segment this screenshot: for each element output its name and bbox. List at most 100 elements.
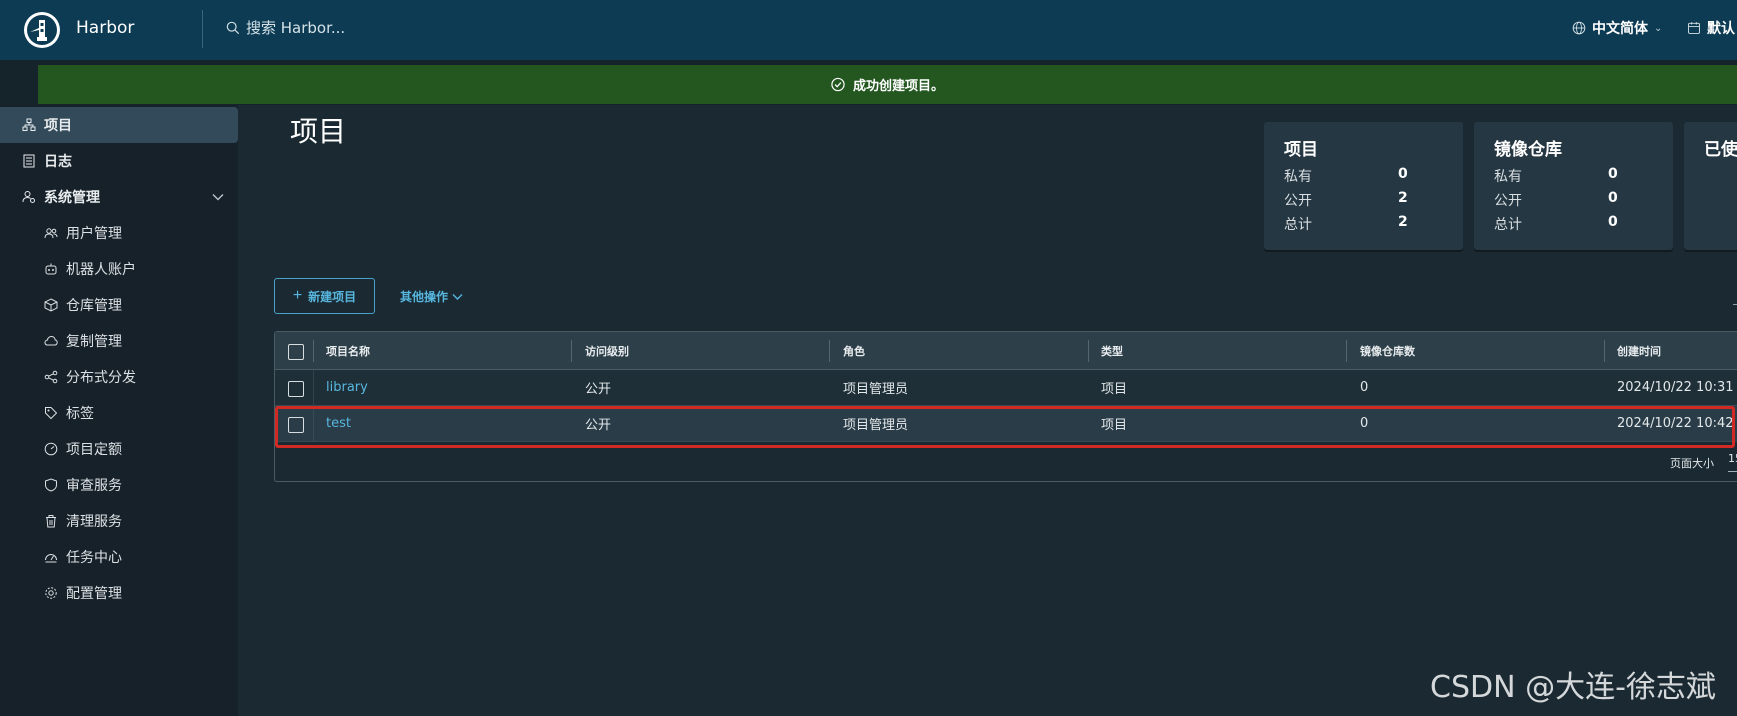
sidebar-item-label: 审查服务 [66, 478, 122, 494]
sidebar-item-system-admin[interactable]: 系统管理 [0, 179, 238, 215]
card-row-value: 0 [1608, 166, 1618, 182]
datetime-format-selector[interactable]: 默认 [1687, 18, 1735, 38]
dashboard-icon [44, 550, 58, 564]
card-row-value: 0 [1608, 190, 1618, 206]
project-icon [22, 118, 36, 132]
card-row-value: 2 [1398, 214, 1408, 230]
column-header-access-level[interactable]: 访问级别 [585, 332, 629, 369]
card-title: 项目 [1284, 140, 1318, 160]
page-size-select[interactable]: 15 [1728, 452, 1737, 472]
type-cell: 项目 [1101, 418, 1128, 433]
global-search[interactable]: 搜索 Harbor... [226, 17, 345, 38]
access-level-cell: 公开 [585, 382, 612, 397]
chevron-down-icon: ⌄ [1654, 22, 1663, 34]
card-row-value: 2 [1398, 190, 1408, 206]
card-row-value: 0 [1608, 214, 1618, 230]
select-all-checkbox[interactable] [288, 344, 304, 360]
column-separator [1088, 340, 1089, 362]
gauge-icon [44, 442, 58, 456]
column-header-type[interactable]: 类型 [1101, 332, 1123, 369]
sidebar-item-robot-accounts[interactable]: 机器人账户 [0, 251, 238, 287]
column-header-role[interactable]: 角色 [843, 332, 865, 369]
sidebar-item-label: 用户管理 [66, 226, 122, 242]
harbor-app: Harbor 搜索 Harbor... 中文简体 ⌄ 默认 成功创建项目。 项目… [0, 0, 1737, 716]
column-separator [1346, 340, 1347, 362]
column-header-repo-count[interactable]: 镜像仓库数 [1360, 332, 1415, 369]
sidebar-item-interrogation[interactable]: 审查服务 [0, 467, 238, 503]
sidebar-item-label: 标签 [66, 406, 94, 422]
sidebar-item-label: 仓库管理 [66, 298, 122, 314]
sidebar-item-label: 项目 [44, 118, 72, 134]
sidebar-item-clean-up[interactable]: 清理服务 [0, 503, 238, 539]
trash-icon [44, 514, 58, 528]
sidebar-item-label: 系统管理 [44, 190, 100, 206]
column-header-creation-time[interactable]: 创建时间 [1617, 332, 1661, 369]
shield-icon [44, 478, 58, 492]
new-project-button[interactable]: + 新建项目 [274, 278, 375, 314]
sidebar-item-distribution[interactable]: 分布式分发 [0, 359, 238, 395]
column-separator [829, 340, 830, 362]
card-row-label: 公开 [1284, 193, 1312, 209]
sidebar-item-registries[interactable]: 仓库管理 [0, 287, 238, 323]
search-input[interactable]: 搜索 Harbor... [246, 17, 345, 38]
page-size-label: 页面大小 [1670, 457, 1714, 470]
sidebar-item-labels[interactable]: 标签 [0, 395, 238, 431]
gear-icon [44, 586, 58, 600]
toolbar-divider [1733, 304, 1737, 305]
card-row-label: 公开 [1494, 193, 1522, 209]
search-icon [226, 21, 240, 35]
sidebar-item-job-service[interactable]: 任务中心 [0, 539, 238, 575]
more-actions-label: 其他操作 [400, 290, 449, 304]
table-row[interactable]: library 公开 项目管理员 项目 0 2024/10/22 10:31 [275, 370, 1737, 406]
watermark-text: CSDN @大连-徐志斌 [1430, 670, 1716, 705]
more-actions-dropdown[interactable]: 其他操作 [400, 288, 463, 305]
datagrid-header: 项目名称 访问级别 角色 类型 镜像仓库数 创建时间 [275, 332, 1737, 370]
project-name-link[interactable]: test [326, 406, 351, 441]
row-checkbox[interactable] [288, 381, 304, 397]
system-admin-icon [22, 190, 36, 204]
globe-icon [1572, 21, 1586, 35]
plus-icon: + [292, 287, 303, 304]
sidebar-item-configuration[interactable]: 配置管理 [0, 575, 238, 611]
check-circle-icon [831, 77, 845, 92]
log-icon [22, 154, 36, 168]
role-cell: 项目管理员 [843, 418, 909, 433]
language-selector[interactable]: 中文简体 ⌄ [1572, 18, 1662, 38]
sidebar-nav: 项目 日志 系统管理 用户管理 机器人账户 仓库管理 复制管理 分布式分发 标签… [0, 105, 238, 716]
repo-count-cell: 0 [1360, 416, 1369, 431]
harbor-logo-icon[interactable] [22, 10, 62, 50]
card-title: 已使 [1704, 140, 1737, 160]
sidebar-item-label: 清理服务 [66, 514, 122, 530]
column-separator [1604, 340, 1605, 362]
page-title: 项目 [290, 115, 347, 148]
app-title[interactable]: Harbor [76, 18, 134, 38]
sidebar-item-quotas[interactable]: 项目定额 [0, 431, 238, 467]
sidebar-item-projects[interactable]: 项目 [0, 107, 238, 143]
sidebar-item-replication[interactable]: 复制管理 [0, 323, 238, 359]
access-level-cell: 公开 [585, 418, 612, 433]
column-separator [571, 340, 572, 362]
tag-icon [44, 406, 58, 420]
sidebar-item-logs[interactable]: 日志 [0, 143, 238, 179]
repo-count-cell: 0 [1360, 380, 1369, 395]
sidebar-item-label: 项目定额 [66, 442, 122, 458]
chevron-down-icon [452, 290, 463, 304]
project-name-link[interactable]: library [326, 370, 368, 405]
sidebar-item-label: 分布式分发 [66, 370, 136, 386]
alert-message: 成功创建项目。 [852, 79, 944, 94]
calendar-icon [1687, 21, 1701, 35]
top-header: Harbor 搜索 Harbor... 中文简体 ⌄ 默认 [0, 0, 1737, 60]
table-row[interactable]: test 公开 项目管理员 项目 0 2024/10/22 10:42 [275, 406, 1737, 442]
storage-summary-card: 已使 [1684, 122, 1737, 250]
column-separator [313, 406, 314, 442]
row-checkbox[interactable] [288, 417, 304, 433]
header-divider [202, 10, 203, 48]
projects-summary-card: 项目 私有 0 公开 2 总计 2 [1264, 122, 1463, 250]
creation-time-cell: 2024/10/22 10:31 [1617, 380, 1734, 395]
chevron-down-icon[interactable] [212, 191, 224, 204]
sidebar-item-user-management[interactable]: 用户管理 [0, 215, 238, 251]
role-cell: 项目管理员 [843, 382, 909, 397]
language-label: 中文简体 [1592, 21, 1648, 37]
column-header-name[interactable]: 项目名称 [326, 332, 370, 369]
card-row-value: 0 [1398, 166, 1408, 182]
